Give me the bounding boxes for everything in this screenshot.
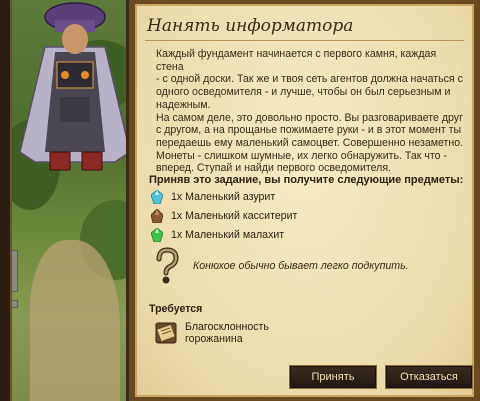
cassiterite-gem-icon — [151, 209, 163, 223]
description-line: Каждый фундамент начинается с первого ка… — [156, 48, 437, 73]
description-line: передаешь ему маленький самоцвет. Соверш… — [156, 136, 464, 149]
description-line: На самом деле, это довольно просто. Вы р… — [156, 111, 463, 124]
malachite-gem-icon — [151, 228, 163, 242]
quest-dialog-parchment: Нанять информатора Каждый фундамент начи… — [135, 4, 474, 397]
description-line: Монеты - слишком шумные, их легко обнару… — [156, 149, 447, 162]
rewards-heading: Приняв это задание, вы получите следующи… — [149, 174, 464, 186]
quest-hint: Конюхое обычно бывает легко подкупить. — [151, 246, 471, 286]
quest-description: Каждый фундамент начинается с первого ка… — [156, 48, 466, 175]
requirement-item[interactable]: Благосклонность горожанина — [155, 321, 295, 345]
azurite-gem-icon — [151, 190, 163, 204]
hint-text: Конюхое обычно бывает легко подкупить. — [193, 260, 409, 272]
requirements-heading: Требуется — [149, 303, 203, 315]
dirt-path — [30, 240, 120, 401]
description-line: - с одной доски. Так же и твоя сеть аген… — [156, 73, 463, 86]
quest-dialog-frame: Нанять информатора Каждый фундамент начи… — [126, 0, 480, 401]
requirement-label-line: горожанина — [185, 333, 243, 345]
description-line: одного осведомителя - и лучше, чтобы он … — [156, 86, 451, 99]
description-line: с другом, а на прощанье пожимаете руки -… — [156, 124, 462, 137]
reward-label: 1x Маленький малахит — [171, 229, 285, 241]
title-divider — [145, 40, 464, 41]
reward-item[interactable]: 1x Маленький малахит — [151, 227, 284, 243]
quest-title: Нанять информатора — [147, 16, 354, 36]
decline-button[interactable]: Отказаться — [385, 365, 473, 389]
informant-character-portrait — [19, 2, 131, 171]
scroll-icon — [155, 322, 177, 344]
reward-label: 1x Маленький касситерит — [171, 210, 298, 222]
reward-item[interactable]: 1x Маленький касситерит — [151, 208, 297, 224]
description-line: надежным. — [156, 98, 211, 111]
requirement-label: Благосклонность горожанина — [185, 321, 295, 345]
reward-label: 1x Маленький азурит — [171, 191, 276, 203]
accept-button[interactable]: Принять — [289, 365, 377, 389]
requirement-label-line: Благосклонность — [185, 321, 269, 333]
question-mark-icon — [156, 247, 179, 284]
reward-item[interactable]: 1x Маленький азурит — [151, 189, 275, 205]
